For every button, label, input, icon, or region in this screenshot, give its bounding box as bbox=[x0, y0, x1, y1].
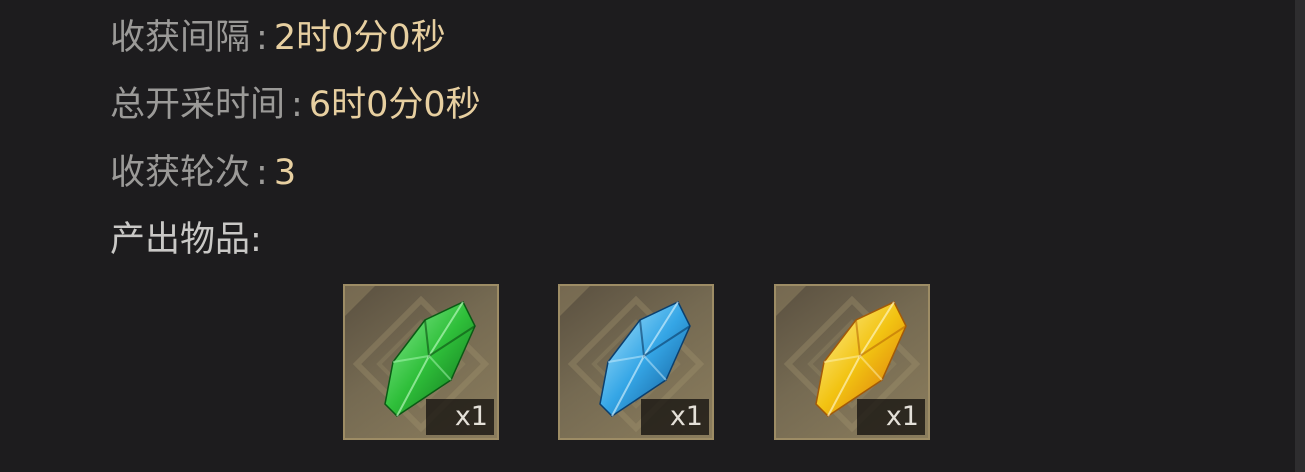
total-mining-time-label: 总开采时间 bbox=[110, 85, 286, 125]
harvest-rounds-separator: : bbox=[256, 153, 268, 193]
total-mining-time-separator: : bbox=[291, 85, 303, 125]
item-quantity: x1 bbox=[857, 399, 925, 435]
harvest-rounds-label: 收获轮次 bbox=[110, 153, 251, 193]
harvest-rounds-row: 收获轮次:3 bbox=[110, 150, 296, 196]
panel-right-edge bbox=[1295, 0, 1305, 472]
total-mining-time-value: 6时0分0秒 bbox=[308, 85, 481, 125]
item-quantity: x1 bbox=[641, 399, 709, 435]
harvest-interval-separator: : bbox=[256, 18, 268, 58]
item-slot-green-crystal[interactable]: x1 bbox=[343, 284, 499, 440]
total-mining-time-row: 总开采时间:6时0分0秒 bbox=[110, 82, 481, 128]
harvest-interval-value: 2时0分0秒 bbox=[273, 18, 446, 58]
item-slot-blue-crystal[interactable]: x1 bbox=[558, 284, 714, 440]
item-quantity: x1 bbox=[426, 399, 494, 435]
output-items-title: 产出物品: bbox=[110, 220, 262, 260]
harvest-interval-label: 收获间隔 bbox=[110, 18, 251, 58]
item-slot-yellow-crystal[interactable]: x1 bbox=[774, 284, 930, 440]
harvest-interval-row: 收获间隔:2时0分0秒 bbox=[110, 15, 446, 61]
harvest-rounds-value: 3 bbox=[273, 153, 297, 193]
